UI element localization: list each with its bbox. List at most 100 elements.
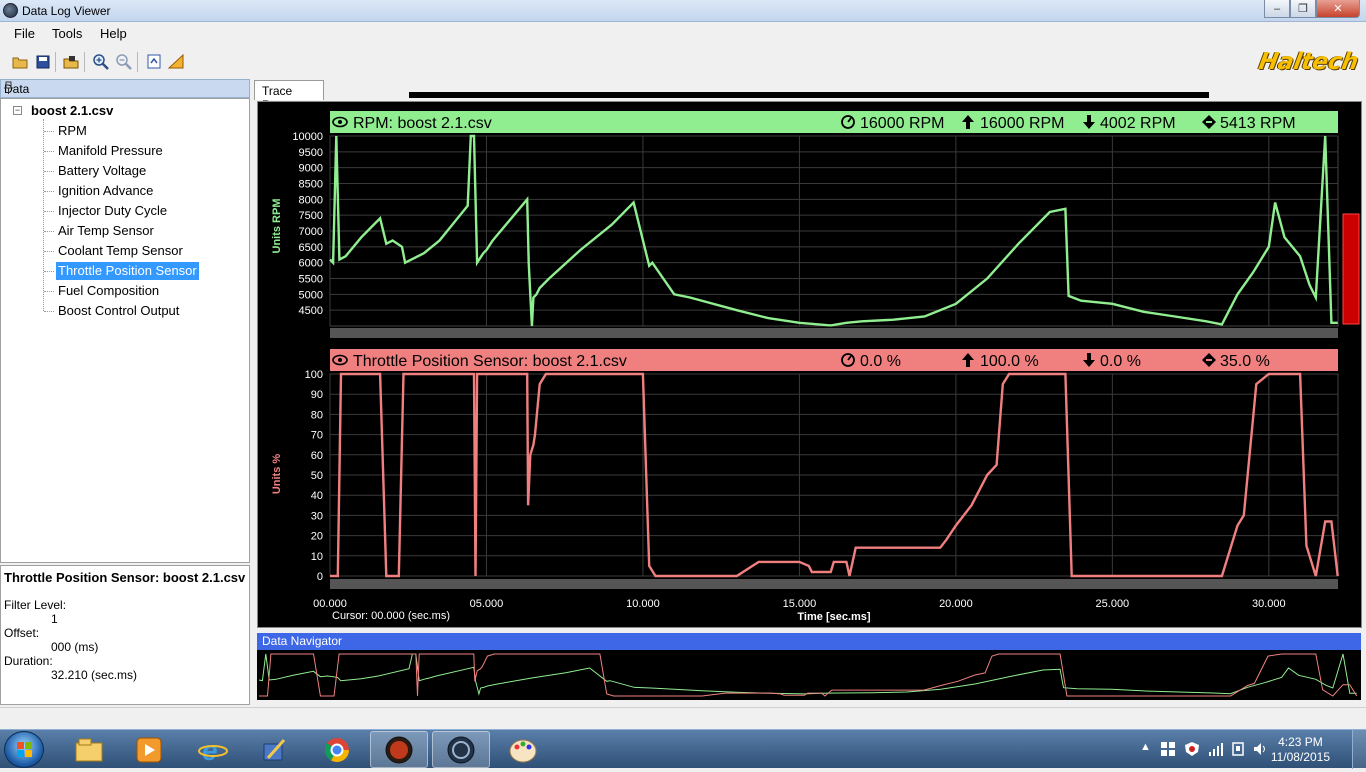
info-title: Throttle Position Sensor: boost 2.1.csv xyxy=(4,570,246,585)
tree-item-injector-duty-cycle[interactable]: Injector Duty Cycle xyxy=(43,202,169,220)
tree-item-battery-voltage[interactable]: Battery Voltage xyxy=(43,162,148,180)
window-title: Data Log Viewer xyxy=(22,4,111,18)
haltech-app-icon[interactable] xyxy=(370,731,428,768)
action-center-icon[interactable] xyxy=(1160,741,1176,757)
ie-icon[interactable]: e xyxy=(184,731,242,768)
pin-icon[interactable] xyxy=(4,81,245,97)
save-icon[interactable] xyxy=(34,53,51,70)
x-tick-label: 30.000 xyxy=(1252,598,1286,610)
rpm-y-tick-label: 8000 xyxy=(299,194,323,206)
channel-icon[interactable] xyxy=(145,53,162,70)
show-desktop-button[interactable] xyxy=(1352,730,1366,769)
tree-item-coolant-temp-sensor[interactable]: Coolant Temp Sensor xyxy=(44,242,185,260)
tab-trace-page[interactable]: Trace Page xyxy=(254,80,324,112)
media-player-icon[interactable] xyxy=(120,731,178,768)
menu-file[interactable]: File xyxy=(14,26,35,41)
menu-help[interactable]: Help xyxy=(100,26,127,41)
duration-label: Duration: xyxy=(4,654,53,668)
tree-guide-line xyxy=(43,119,44,311)
toolbar-separator xyxy=(55,52,56,72)
toolbar: Haltech xyxy=(0,45,1366,78)
tps-grid xyxy=(329,373,1339,577)
rpm-y-tick-label: 5500 xyxy=(299,274,323,286)
maximize-button[interactable]: ❐ xyxy=(1290,0,1316,18)
trace-charts[interactable]: RPM: boost 2.1.csv 16000 RPM 16000 RPM 4… xyxy=(257,101,1362,628)
tps-y-tick-label: 0 xyxy=(317,571,323,583)
rpm-y-tick-label: 4500 xyxy=(299,305,323,317)
tps-y-tick-label: 60 xyxy=(311,450,323,462)
toolbar-separator xyxy=(84,52,85,72)
rpm-y-tick-label: 8500 xyxy=(299,179,323,191)
tree-item-air-temp-sensor[interactable]: Air Temp Sensor xyxy=(44,222,156,240)
tps-y-tick-label: 70 xyxy=(311,430,323,442)
tps-y-axis-label: Units % xyxy=(271,454,283,495)
tps-y-tick-label: 90 xyxy=(311,389,323,401)
navigator-tps-line xyxy=(259,653,1358,697)
tps-min-value: 0.0 % xyxy=(1100,353,1141,370)
rpm-scale-handle[interactable] xyxy=(1342,213,1360,325)
chrome-icon[interactable] xyxy=(308,731,366,768)
data-navigator[interactable] xyxy=(257,650,1361,700)
navigator-rpm-line xyxy=(258,653,1357,696)
rpm-scrollbar[interactable] xyxy=(330,328,1338,338)
clock[interactable]: 4:23 PM 11/08/2015 xyxy=(1271,735,1330,765)
tree-item-fuel-composition[interactable]: Fuel Composition xyxy=(43,282,161,300)
minimize-button[interactable]: – xyxy=(1264,0,1290,18)
paint-tool-icon[interactable] xyxy=(245,731,303,768)
data-navigator-header: Data Navigator xyxy=(257,633,1361,650)
open-folder-icon[interactable] xyxy=(11,53,28,70)
device-icon[interactable] xyxy=(1230,741,1246,757)
tree-item-manifold-pressure[interactable]: Manifold Pressure xyxy=(44,142,165,160)
tps-scrollbar[interactable] xyxy=(330,579,1338,589)
rpm-max-value: 16000 RPM xyxy=(980,115,1065,132)
tree-item-rpm[interactable]: RPM xyxy=(44,122,89,140)
x-tick-label: 05.000 xyxy=(470,598,504,610)
status-bar xyxy=(0,707,1366,729)
zoom-out-icon[interactable] xyxy=(115,53,132,70)
ruler-icon[interactable] xyxy=(168,53,185,70)
rpm-title: RPM: boost 2.1.csv xyxy=(353,115,492,132)
close-button[interactable]: ✕ xyxy=(1316,0,1360,18)
zoom-in-icon[interactable] xyxy=(92,53,109,70)
channel-tree: − boost 2.1.csv RPM Manifold Pressure Ba… xyxy=(0,98,250,563)
start-button[interactable] xyxy=(4,731,44,768)
tps-y-axis: 1009080706050403020100 xyxy=(305,369,323,583)
menu-tools[interactable]: Tools xyxy=(52,26,82,41)
menu-bar: File Tools Help xyxy=(0,23,1366,44)
rpm-y-axis-label: Units RPM xyxy=(271,199,283,254)
tps-y-tick-label: 80 xyxy=(311,409,323,421)
tree-item-throttle-position-sensor[interactable]: Throttle Position Sensor xyxy=(44,262,199,280)
toolbar-separator xyxy=(137,52,138,72)
rpm-min-value: 4002 RPM xyxy=(1100,115,1176,132)
brand-logo: Haltech xyxy=(1256,49,1361,75)
tps-y-tick-label: 10 xyxy=(311,551,323,563)
tps-y-tick-label: 50 xyxy=(311,470,323,482)
tree-item-ignition-advance[interactable]: Ignition Advance xyxy=(43,182,155,200)
datalog-icon[interactable] xyxy=(432,731,490,768)
paint-icon[interactable] xyxy=(494,731,552,768)
cursor-readout: Cursor: 00.000 (sec.ms) xyxy=(332,610,450,622)
tree-file-node[interactable]: boost 2.1.csv xyxy=(31,103,113,118)
tps-avg-value: 35.0 % xyxy=(1220,353,1270,370)
tps-y-tick-label: 100 xyxy=(305,369,323,381)
tps-max-value: 100.0 % xyxy=(980,353,1039,370)
rpm-y-tick-label: 10000 xyxy=(292,131,323,143)
tray-expand-icon[interactable]: ▲ xyxy=(1140,741,1151,753)
volume-icon[interactable] xyxy=(1252,741,1268,757)
rpm-current-value: 16000 RPM xyxy=(860,115,945,132)
rpm-y-axis: 10000 9500 9000 8500 8000 7500 7000 6500 6000 550… xyxy=(292,131,323,317)
security-icon[interactable] xyxy=(1184,741,1200,757)
explorer-icon[interactable] xyxy=(60,731,118,768)
x-tick-label: 20.000 xyxy=(939,598,973,610)
clock-time: 4:23 PM xyxy=(1278,735,1323,749)
collapse-toggle[interactable]: − xyxy=(13,106,22,115)
print-icon[interactable] xyxy=(62,53,79,70)
tps-y-tick-label: 30 xyxy=(311,510,323,522)
tree-item-boost-control-output[interactable]: Boost Control Output xyxy=(43,302,181,320)
signal-icon[interactable] xyxy=(1208,741,1224,757)
rpm-y-tick-label: 6000 xyxy=(299,258,323,270)
filter-level-value: 1 xyxy=(51,612,58,626)
system-tray: ▲ xyxy=(1126,730,1366,769)
tps-y-tick-label: 40 xyxy=(311,490,323,502)
rpm-y-tick-label: 6500 xyxy=(299,242,323,254)
